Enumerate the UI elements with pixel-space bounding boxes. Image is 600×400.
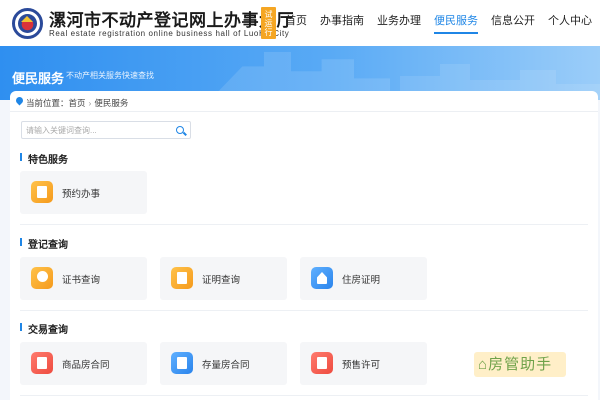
search-box: [21, 121, 191, 139]
certificate-icon: [31, 267, 53, 289]
banner-description: 不动产相关服务快速查找: [66, 71, 154, 80]
document-icon: [171, 267, 193, 289]
site-header: 漯河市不动产登记网上办事大厅 Real estate registration …: [0, 0, 600, 46]
section-divider: [20, 224, 588, 225]
service-tile-certificate-query[interactable]: 证书查询: [20, 257, 147, 300]
section-title-registration-query: 登记查询: [20, 236, 68, 251]
service-tile-label: 预约办事: [62, 189, 101, 200]
site-subtitle: Real estate registration online business…: [49, 29, 290, 38]
nav-item-guide[interactable]: 办事指南: [320, 0, 364, 46]
nav-item-public-info[interactable]: 信息公开: [491, 0, 535, 46]
search-document-icon: [171, 352, 193, 374]
breadcrumb-home[interactable]: 首页: [69, 98, 86, 108]
breadcrumb: 当前位置：首页 › 便民服务: [10, 91, 598, 112]
service-tile-existing-contract[interactable]: 存量房合同: [160, 342, 287, 385]
service-tile-label: 证书查询: [62, 275, 101, 286]
nav-item-convenience[interactable]: 便民服务: [434, 0, 478, 46]
main-nav: 首页 办事指南 业务办理 便民服务 信息公开 个人中心: [272, 0, 592, 46]
nav-item-home[interactable]: 首页: [285, 0, 307, 46]
service-tile-appointment[interactable]: 预约办事: [20, 171, 147, 214]
service-tile-commercial-contract[interactable]: 商品房合同: [20, 342, 147, 385]
house-icon: [311, 267, 333, 289]
service-tile-proof-query[interactable]: 证明查询: [160, 257, 287, 300]
watermark-logo-icon: ⌂: [478, 356, 489, 373]
section-divider: [20, 395, 588, 396]
service-tile-label: 预售许可: [342, 360, 381, 371]
contract-icon: [31, 352, 53, 374]
section-title-featured: 特色服务: [20, 151, 68, 166]
service-tile-label: 存量房合同: [202, 360, 250, 371]
calendar-icon: [31, 181, 53, 203]
search-icon[interactable]: [176, 126, 184, 134]
watermark-text: 房管助手: [488, 356, 553, 373]
breadcrumb-prefix: 当前位置：: [26, 98, 69, 108]
search-input[interactable]: [26, 124, 166, 136]
banner-title: 便民服务: [12, 71, 65, 86]
breadcrumb-current: 便民服务: [94, 98, 129, 108]
nav-item-personal-center[interactable]: 个人中心: [548, 0, 592, 46]
service-tile-label: 证明查询: [202, 275, 241, 286]
permit-icon: [311, 352, 333, 374]
watermark: ⌂房管助手: [474, 352, 566, 377]
location-pin-icon: [14, 95, 25, 106]
service-tile-label: 住房证明: [342, 275, 381, 286]
breadcrumb-separator: ›: [88, 98, 92, 108]
section-divider: [20, 310, 588, 311]
service-tile-housing-proof[interactable]: 住房证明: [300, 257, 427, 300]
site-logo[interactable]: [12, 8, 43, 39]
site-title: 漯河市不动产登记网上办事大厅: [49, 11, 294, 30]
service-tile-label: 商品房合同: [62, 360, 110, 371]
nav-item-business[interactable]: 业务办理: [377, 0, 421, 46]
section-title-transaction-query: 交易查询: [20, 321, 68, 336]
logo-roof-icon: [21, 16, 33, 22]
service-tile-presale-permit[interactable]: 预售许可: [300, 342, 427, 385]
